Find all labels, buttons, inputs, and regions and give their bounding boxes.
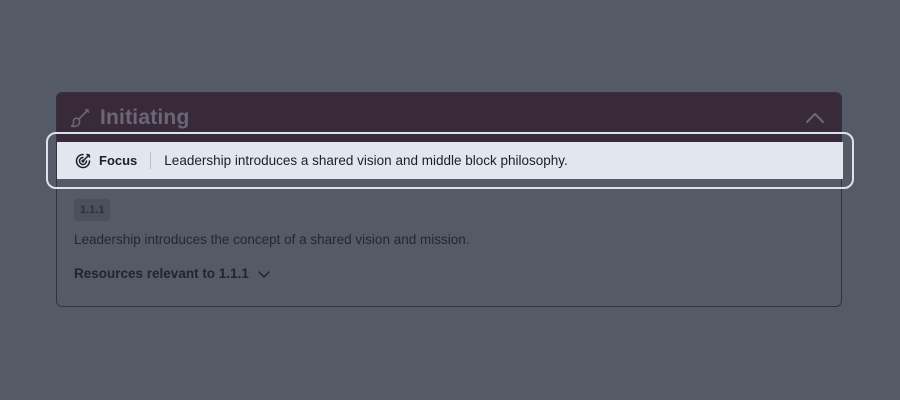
chevron-up-icon <box>806 113 824 123</box>
stage-card: Initiating 1.1.1 Leadership introduces t… <box>56 92 842 307</box>
collapse-button[interactable] <box>803 106 827 130</box>
focus-text: Leadership introduces a shared vision an… <box>164 153 568 168</box>
chevron-down-icon <box>257 267 271 281</box>
item-description: Leadership introduces the concept of a s… <box>74 232 470 247</box>
brush-icon <box>69 107 91 129</box>
item-code-badge: 1.1.1 <box>74 199 111 221</box>
stage-title: Initiating <box>100 106 190 129</box>
focus-callout: Focus Leadership introduces a shared vis… <box>57 142 843 179</box>
target-arrow-icon <box>74 152 92 170</box>
resources-toggle[interactable]: Resources relevant to 1.1.1 <box>74 266 271 281</box>
resources-label: Resources relevant to 1.1.1 <box>74 266 249 281</box>
divider <box>150 152 152 169</box>
focus-label: Focus <box>99 153 138 168</box>
